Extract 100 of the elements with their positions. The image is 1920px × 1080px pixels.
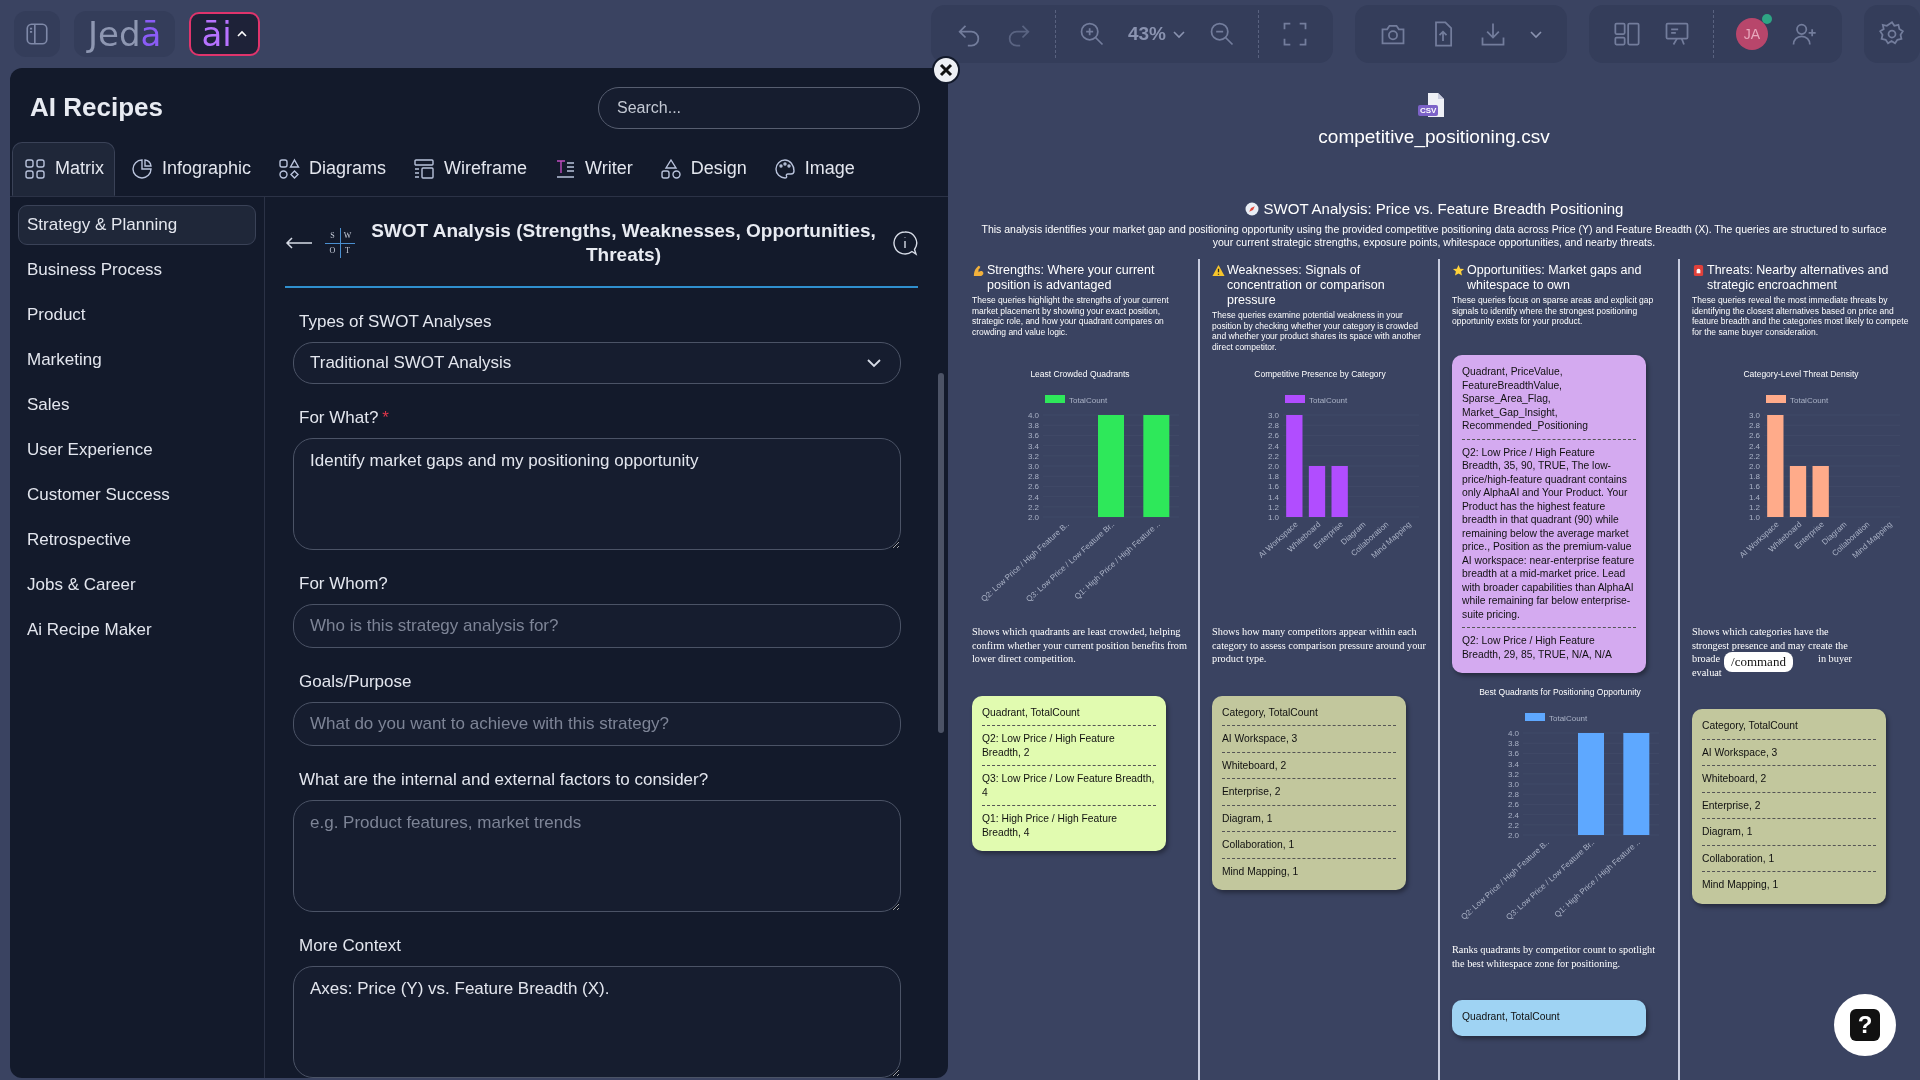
sidebar-item[interactable]: Marketing [18,339,256,380]
category-tab[interactable]: Writer [542,141,644,196]
note-entry: Mind Mapping, 1 [1702,871,1876,892]
field-label: Goals/Purpose [299,672,413,692]
legend-swatch [1766,395,1786,403]
sidebar-item[interactable]: Jobs & Career [18,564,256,605]
zoom-out-icon[interactable] [1208,20,1236,48]
category-tab[interactable]: Wireframe [401,141,539,196]
input-field[interactable]: Who is this strategy analysis for? [293,604,901,648]
chart-bar [1812,466,1829,517]
axis-tick-label: 2.2 [1748,451,1760,461]
axis-tick-label: 1.4 [1748,492,1760,502]
sticky-note[interactable]: Quadrant, TotalCount Q2: Low Price / High Feature Breadth, 2 Q3: Low Price / Low Feature Breadth, 4 Q1: High Price / High Feature Breadth, 4 [972,695,1166,851]
logo[interactable]: Jedā [74,11,176,57]
sidebar-item[interactable]: Retrospective [18,519,256,560]
category-tab[interactable]: Design [647,141,758,196]
tab-icon [658,156,683,181]
column-description: These queries examine potential weakness in your position by checking whether your category is crowded and whether your product shares its space with another direct competitor. [1212,310,1422,353]
sticky-note[interactable]: Category, TotalCount AI Workspace, 3 Whiteboard, 2 Enterprise, 2 Diagram, 1 Collaboration, 1 Mind Mapping, 1 [1212,695,1406,890]
note-entry: Q3: Low Price / Low Feature Breadth, 4 [982,765,1156,799]
fullscreen-icon[interactable] [1281,20,1309,48]
axis-tick-label: 2.6 [1027,482,1039,492]
axis-tick-label: 3.8 [1027,421,1039,431]
canvas-description: This analysis identifies your market gap and positioning opportunity using the provided competitive positioning data across Price (Y) and Feature Breadth (X). The queries are structured to surface your current strategic strengths, exposure points, whitespace opportunities, and nearby threats. [980,223,1888,249]
column-description: These queries highlight the strengths of your current market placement by showing your exact position, strategic role, and how your quadrant compares on crowding and value logic. [972,295,1170,338]
axis-tick-label: 1.0 [1748,513,1760,522]
legend-swatch [1045,395,1065,403]
compass-icon [1244,201,1259,216]
zoom-dropdown[interactable]: 43% [1127,23,1186,45]
axis-tick-label: 2.4 [1027,492,1039,502]
search-field[interactable]: Search... [598,86,920,129]
sidebar-item[interactable]: Business Process [18,249,256,290]
axis-tick-label: 1.0 [1267,513,1279,522]
chart-title: Least Crowded Quadrants [1030,369,1130,379]
axis-tick-label: 2.0 [1267,462,1279,471]
axis-tick-label: 2.6 [1507,800,1519,810]
note-entry: Enterprise, 2 [1702,791,1876,812]
dropdown-field[interactable]: Traditional SWOT Analysis [293,342,901,384]
axis-tick-label: 3.4 [1507,759,1519,769]
sidebar-item[interactable]: Strategy & Planning [18,204,256,245]
info-icon[interactable] [892,230,918,257]
tab-icon [772,156,797,181]
sidebar-item[interactable]: Ai Recipe Maker [18,609,256,650]
category-tab[interactable]: Infographic [119,141,263,196]
axis-tick-label: 3.6 [1027,431,1039,441]
scrollbar-thumb[interactable] [938,373,944,733]
caption-fragment: evaluat [1692,665,1722,679]
back-arrow-icon[interactable] [285,236,313,251]
note-entry: Quadrant, TotalCount [1462,1010,1561,1024]
category-tab[interactable]: Image [761,141,866,196]
sidebar-item[interactable]: Customer Success [18,474,256,515]
chart-bar [1331,466,1348,517]
sidebar-item[interactable]: Sales [18,384,256,425]
sticky-note[interactable] [1452,355,1646,673]
close-icon [939,63,953,77]
axis-tick-label: 2.0 [1027,513,1039,522]
note-entry: Q2: Low Price / High Feature Breadth, 2 [982,725,1156,759]
axis-tick-label: 3.6 [1507,749,1519,759]
note-entry: AI Workspace, 3 [1222,725,1396,746]
tab-icon [130,156,154,181]
note-entry: AI Workspace, 3 [1702,738,1876,759]
tab-icon [23,156,47,181]
layout-icon[interactable] [1613,20,1641,48]
star-icon [1452,264,1465,277]
chevron-down-icon [1172,29,1186,39]
sidebar-toggle-button[interactable] [14,11,60,57]
column-heading: Threats: Nearby alternatives and strategic encroachment [1707,263,1890,293]
axis-tick-label: 2.4 [1748,441,1760,451]
ai-button[interactable]: āi [189,12,260,56]
file-name: competitive_positioning.csv [1318,126,1550,148]
axis-tick-label: 2.4 [1267,441,1279,451]
column-heading: Strengths: Where your current position is advantaged [987,263,1156,293]
settings-button[interactable] [1864,5,1920,63]
text-area[interactable]: Axes: Price (Y) vs. Feature Breadth (X). [293,966,901,1078]
note-entry: Whiteboard, 2 [1222,751,1396,772]
command-chip[interactable]: /command [1724,652,1793,672]
axis-tick-label: 3.0 [1748,411,1760,420]
category-tab[interactable]: Matrix [12,141,115,196]
help-button[interactable]: ? [1834,994,1896,1056]
sidebar-item[interactable]: User Experience [18,429,256,470]
caption-line: strongest presence and may create the [1692,638,1849,652]
sticky-note[interactable]: Quadrant, TotalCount [1452,1000,1646,1036]
axis-tick-label: 3.8 [1507,739,1519,749]
warning-icon [1212,264,1225,277]
presentation-icon[interactable] [1663,20,1691,48]
legend-swatch [1285,395,1305,403]
close-button[interactable] [932,56,960,84]
axis-tick-label: 1.6 [1748,482,1760,492]
chevron-down-icon[interactable] [1529,29,1543,39]
text-area[interactable]: e.g. Product features, market trends [293,800,901,912]
caption-line: Shows which categories have the [1692,625,1830,639]
sidebar-item[interactable]: Product [18,294,256,335]
field-label: For Whom? [299,574,389,594]
axis-tick-label: 2.6 [1267,431,1279,441]
note-entry: Category, TotalCount [1702,719,1799,733]
sticky-note[interactable]: Category, TotalCount AI Workspace, 3 Whiteboard, 2 Enterprise, 2 Diagram, 1 Collaboration, 1 Mind Mapping, 1 [1692,709,1886,904]
text-area[interactable]: Identify market gaps and my positioning opportunity [293,438,901,550]
category-tab[interactable]: Diagrams [266,141,398,196]
axis-tick-label: 1.2 [1748,502,1760,512]
input-field[interactable]: What do you want to achieve with this strategy? [293,702,901,746]
